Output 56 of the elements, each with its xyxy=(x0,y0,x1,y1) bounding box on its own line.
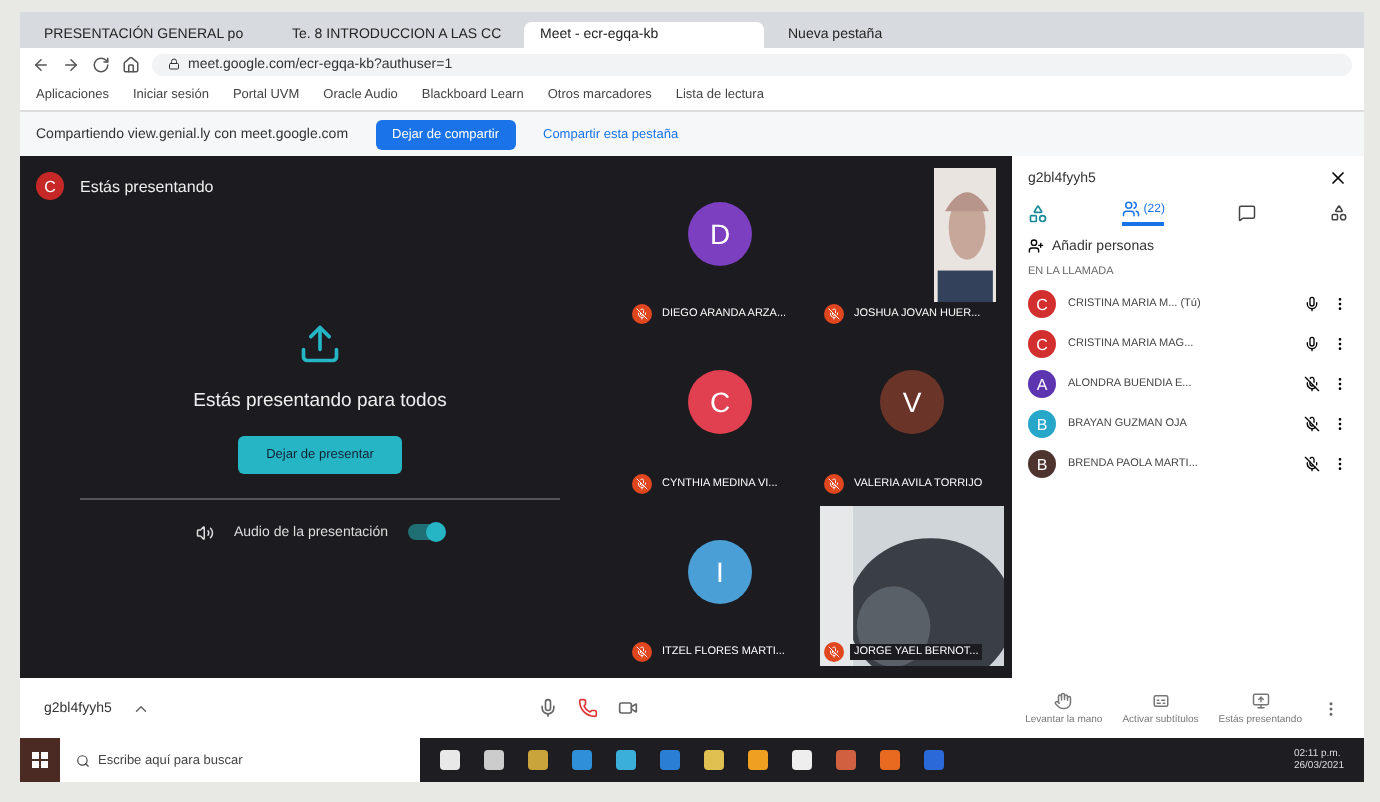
windows-icon xyxy=(32,752,48,768)
taskbar-app-icon[interactable] xyxy=(484,750,504,770)
shapes-icon[interactable] xyxy=(1329,204,1348,222)
mic-off-icon xyxy=(824,304,844,325)
participant-avatar: I xyxy=(688,539,752,604)
close-icon[interactable] xyxy=(1328,168,1348,188)
person-avatar: C xyxy=(1028,330,1056,358)
taskbar-app-icon[interactable] xyxy=(924,750,944,770)
present-screen-icon xyxy=(1251,691,1270,709)
person-avatar: C xyxy=(1028,290,1056,318)
mic-off-icon xyxy=(1304,376,1320,392)
search-icon xyxy=(76,753,90,767)
taskbar-app-icon[interactable] xyxy=(748,750,768,770)
participant-avatar: C xyxy=(688,370,752,435)
person-avatar: B xyxy=(1028,410,1056,438)
add-person-icon[interactable] xyxy=(1028,238,1044,254)
hand-icon xyxy=(1054,691,1073,709)
mic-off-icon xyxy=(632,304,652,325)
mic-off-icon xyxy=(1304,416,1320,432)
person-avatar: B xyxy=(1028,450,1056,478)
taskbar-app-icon[interactable] xyxy=(704,750,724,770)
user-avatar: C xyxy=(36,172,64,200)
taskbar-app-icon[interactable] xyxy=(660,750,680,770)
speaker-icon xyxy=(195,523,214,541)
start-button[interactable] xyxy=(20,738,60,782)
forward-icon[interactable] xyxy=(62,55,80,73)
mic-off-icon xyxy=(824,473,844,494)
taskbar-app-icon[interactable] xyxy=(836,750,856,770)
home-icon[interactable] xyxy=(122,55,140,73)
audio-toggle[interactable] xyxy=(408,524,445,540)
taskbar-app-icon[interactable] xyxy=(572,750,592,770)
mic-off-icon xyxy=(632,473,652,494)
mic-icon[interactable] xyxy=(537,698,558,718)
mic-off-icon xyxy=(632,642,652,662)
mic-off-icon xyxy=(1304,456,1320,472)
back-icon[interactable] xyxy=(32,55,50,73)
present-icon xyxy=(298,321,342,365)
presenting-message: Estás presentando para todos xyxy=(193,389,447,411)
taskbar-app-icon[interactable] xyxy=(440,750,460,770)
person-avatar: A xyxy=(1028,370,1056,398)
activities-icon[interactable] xyxy=(1028,203,1048,223)
reload-icon[interactable] xyxy=(92,55,110,73)
participant-avatar: V xyxy=(880,370,944,435)
taskbar-app-icon[interactable] xyxy=(528,750,548,770)
hang-up-icon[interactable] xyxy=(577,698,598,718)
taskbar-app-icon[interactable] xyxy=(616,750,636,770)
taskbar-app-icon[interactable] xyxy=(792,750,812,770)
people-icon xyxy=(1121,200,1140,218)
mic-icon xyxy=(1304,336,1320,352)
participant-avatar: D xyxy=(688,202,752,267)
chat-icon[interactable] xyxy=(1238,204,1257,222)
captions-icon xyxy=(1151,691,1170,709)
mic-icon xyxy=(1304,296,1320,312)
presenting-title: Estás presentando xyxy=(80,177,214,195)
camera-icon[interactable] xyxy=(617,698,638,718)
taskbar-app-icon[interactable] xyxy=(880,750,900,770)
